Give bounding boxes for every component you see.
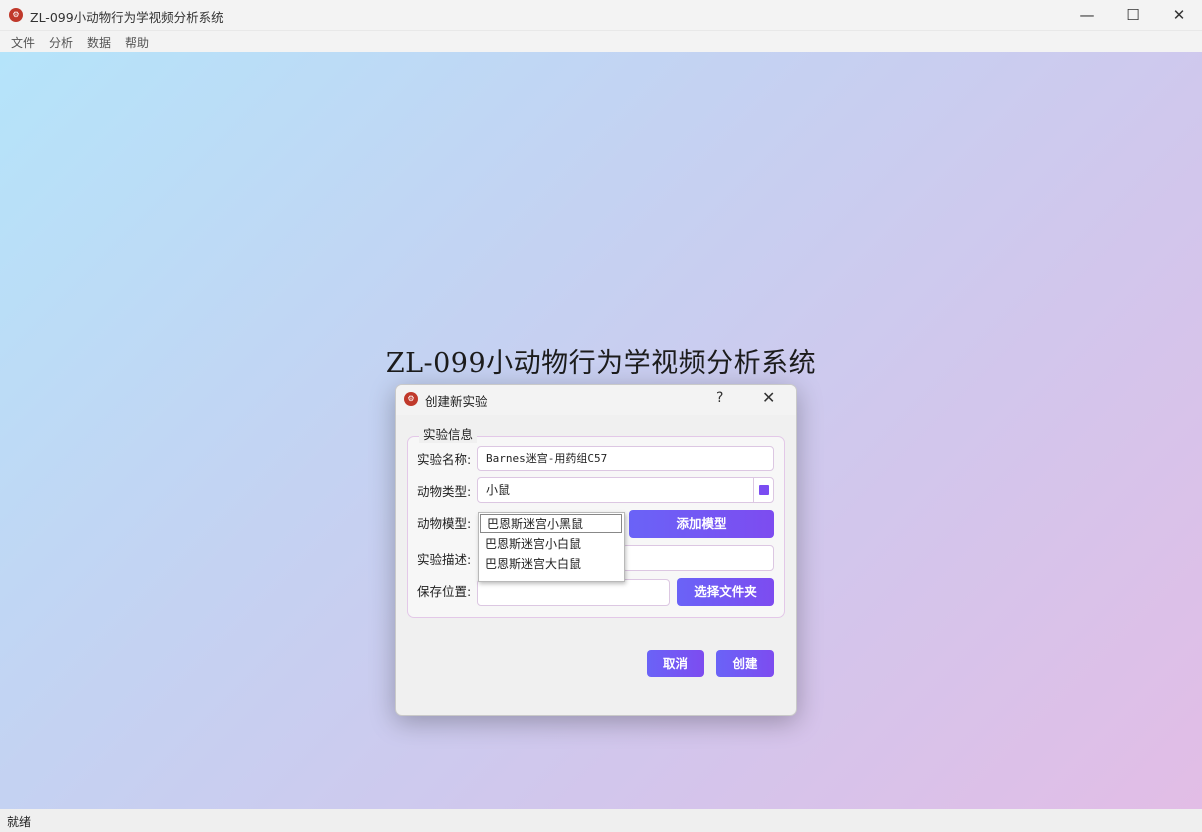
name-label: 实验名称: [417,452,472,467]
dialog-close-button[interactable]: ✕ [762,388,775,407]
close-button[interactable]: ✕ [1156,0,1202,30]
animal-type-label: 动物类型: [417,484,472,499]
statusbar: 就绪 [0,809,1202,832]
animal-model-label: 动物模型: [417,516,472,531]
status-text: 就绪 [7,815,32,829]
animal-model-dropdown[interactable]: 巴恩斯迷宫小黑鼠 巴恩斯迷宫小白鼠 巴恩斯迷宫大白鼠 [478,512,625,582]
add-model-button[interactable]: 添加模型 [629,510,774,538]
minimize-button[interactable]: — [1064,0,1110,30]
animal-type-combo[interactable]: 小鼠 [477,477,774,503]
maximize-button[interactable]: ☐ [1110,0,1156,30]
dialog-title: 创建新实验 [425,394,488,409]
create-button[interactable]: 创建 [716,650,774,677]
group-title: 实验信息 [419,424,478,443]
dropdown-arrow-icon [759,485,769,495]
choose-folder-button[interactable]: 选择文件夹 [677,578,774,606]
menu-help[interactable]: 帮助 [125,34,149,51]
window-titlebar[interactable]: ⚙ ZL-099小动物行为学视频分析系统 — ☐ ✕ [0,0,1202,31]
model-option-black-mouse[interactable]: 巴恩斯迷宫小黑鼠 [480,514,622,533]
model-option-white-rat[interactable]: 巴恩斯迷宫大白鼠 [479,555,624,574]
save-path-input[interactable] [477,579,670,606]
menu-file[interactable]: 文件 [11,34,35,51]
window-title: ZL-099小动物行为学视频分析系统 [30,10,224,25]
description-label: 实验描述: [417,552,472,567]
experiment-name-input[interactable]: Barnes迷宫-用药组C57 [477,446,774,471]
app-heading: ZL-099小动物行为学视频分析系统 [385,348,817,379]
animal-type-dropdown-button[interactable] [753,478,774,503]
description-input[interactable] [622,545,774,571]
dialog-titlebar[interactable]: ⚙ 创建新实验 ? ✕ [396,385,796,415]
save-path-label: 保存位置: [417,584,472,599]
menubar: 文件 分析 数据 帮助 [0,31,1202,52]
create-experiment-dialog: ⚙ 创建新实验 ? ✕ 实验信息 实验名称: Barnes迷宫-用药组C57 动… [395,384,797,716]
menu-data[interactable]: 数据 [87,34,111,51]
dialog-logo-icon: ⚙ [404,392,418,406]
menu-analysis[interactable]: 分析 [49,34,73,51]
model-option-white-mouse[interactable]: 巴恩斯迷宫小白鼠 [479,535,624,554]
app-logo-icon: ⚙ [9,8,23,22]
help-button[interactable]: ? [716,390,723,406]
cancel-button[interactable]: 取消 [647,650,704,677]
